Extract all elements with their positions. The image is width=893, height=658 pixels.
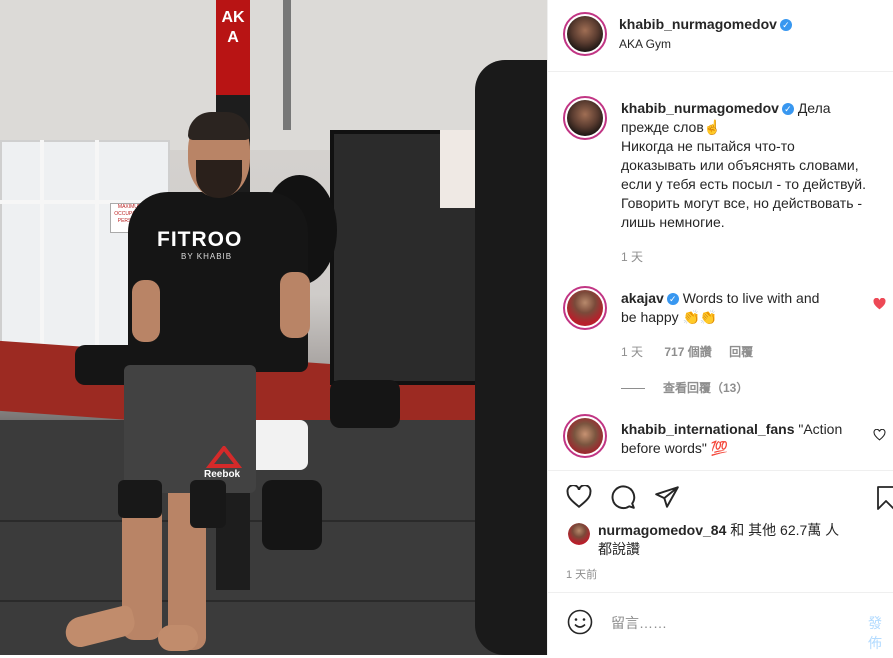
comment-username[interactable]: khabib_international_fans — [621, 421, 794, 437]
comment-likes[interactable]: 717 個讚 — [664, 345, 711, 359]
author-avatar[interactable] — [563, 12, 607, 56]
caption-username[interactable]: khabib_nurmagomedov — [621, 100, 779, 116]
caption-line: лишь немногие. — [621, 214, 725, 230]
comment-line: "Action — [798, 421, 843, 437]
caption-line: Никогда не пытайся что-то — [621, 138, 795, 154]
caption-line: доказывать или объяснять словами, — [621, 157, 859, 173]
bookmark-icon[interactable] — [876, 485, 893, 511]
author-username[interactable]: khabib_nurmagomedov — [619, 16, 777, 32]
post-header: khabib_nurmagomedov ✓ AKA Gym — [548, 0, 893, 72]
comment-time[interactable]: 1 天 — [621, 345, 643, 359]
heavy-bag — [475, 60, 547, 655]
view-replies-button[interactable]: 查看回覆（13） — [621, 379, 748, 396]
liker-username[interactable]: nurmagomedov_84 — [598, 522, 726, 538]
shirt-brand: FITROO — [157, 228, 243, 251]
post-location[interactable]: AKA Gym — [619, 37, 671, 51]
window-frame — [40, 140, 44, 370]
view-replies-label: 查看回覆（13） — [663, 381, 749, 395]
avatar-image — [567, 418, 603, 454]
comments-list: khabib_nurmagomedov ✓ Дела прежде слов☝ Н… — [548, 72, 893, 470]
verified-icon: ✓ — [781, 103, 794, 115]
avatar-image — [567, 100, 603, 136]
comment-avatar[interactable] — [563, 286, 607, 330]
comment: khabib_international_fans "Action before… — [621, 420, 871, 458]
avatar-image — [568, 523, 590, 545]
view-replies-line — [621, 388, 645, 390]
likes-count-text[interactable]: 和 其他 62.7萬 人 — [730, 522, 839, 538]
avatar-image — [567, 16, 603, 52]
caption-line: Дела — [797, 100, 831, 116]
caption-avatar[interactable] — [563, 96, 607, 140]
verified-icon: ✓ — [779, 19, 792, 31]
likes-count-text-2: 都說讚 — [598, 541, 640, 557]
athlete-foot — [158, 625, 198, 651]
post-comment-button[interactable]: 發佈 — [868, 613, 893, 653]
comment-line: before words" 💯 — [621, 440, 729, 456]
likes-summary: nurmagomedov_84 和 其他 62.7萬 人 都說讚 — [598, 521, 868, 559]
caption: khabib_nurmagomedov ✓ Дела прежде слов☝ Н… — [621, 99, 889, 232]
gym-wall — [0, 0, 547, 150]
avatar-image — [567, 290, 603, 326]
comment-icon[interactable] — [610, 484, 636, 510]
comment-like-heart-icon[interactable] — [873, 429, 886, 441]
athlete-hair — [188, 112, 250, 140]
comment-reply-button[interactable]: 回覆 — [729, 345, 753, 359]
comment-input[interactable]: 留言…… — [611, 613, 667, 633]
post-time[interactable]: 1 天前 — [566, 566, 597, 582]
shorts-brand: Reebok — [204, 469, 241, 480]
gym-bag — [262, 480, 322, 550]
comment-line: Words to live with and — [682, 290, 820, 306]
comment-like-heart-icon[interactable] — [873, 298, 886, 310]
caption-line: если у тебя есть посыл - то действуй. — [621, 176, 866, 192]
heart-icon[interactable] — [566, 485, 592, 509]
emoji-icon[interactable] — [567, 609, 593, 635]
athlete-arm — [132, 280, 160, 342]
caption-line: прежде слов☝ — [621, 119, 722, 135]
athlete-arm — [280, 272, 310, 338]
floor-seam — [0, 600, 547, 602]
bag-rope — [283, 0, 291, 130]
caption-line: Говорить могут все, но действовать - — [621, 195, 863, 211]
compression-sleeve — [190, 480, 226, 528]
verified-icon: ✓ — [666, 293, 679, 305]
comment-username[interactable]: akajav — [621, 290, 664, 306]
post-modal: MAXIMUM OCCUPANCY PERSONS AKA FITROO BY … — [0, 0, 893, 655]
add-comment-bar: 留言…… 發佈 — [548, 592, 893, 655]
shirt-subtext: BY KHABIB — [181, 252, 233, 261]
comment-line: be happy 👏👏 — [621, 309, 718, 325]
window-frame — [95, 140, 99, 370]
post-photo[interactable]: MAXIMUM OCCUPANCY PERSONS AKA FITROO BY … — [0, 0, 547, 655]
caption-time[interactable]: 1 天 — [621, 248, 643, 265]
comment-avatar[interactable] — [563, 414, 607, 458]
liker-avatar[interactable] — [568, 523, 590, 545]
compression-sleeve — [118, 480, 162, 518]
share-icon[interactable] — [654, 485, 680, 509]
gym-bag — [330, 380, 400, 428]
author-line: khabib_nurmagomedov ✓ — [619, 16, 792, 34]
comment-meta: 1 天 717 個讚 回覆 — [621, 343, 753, 360]
comment: akajav ✓ Words to live with and be happy … — [621, 289, 861, 327]
post-sidebar: khabib_nurmagomedov ✓ AKA Gym khabib_nurm… — [547, 0, 893, 655]
pole-text: AKA — [221, 9, 245, 46]
